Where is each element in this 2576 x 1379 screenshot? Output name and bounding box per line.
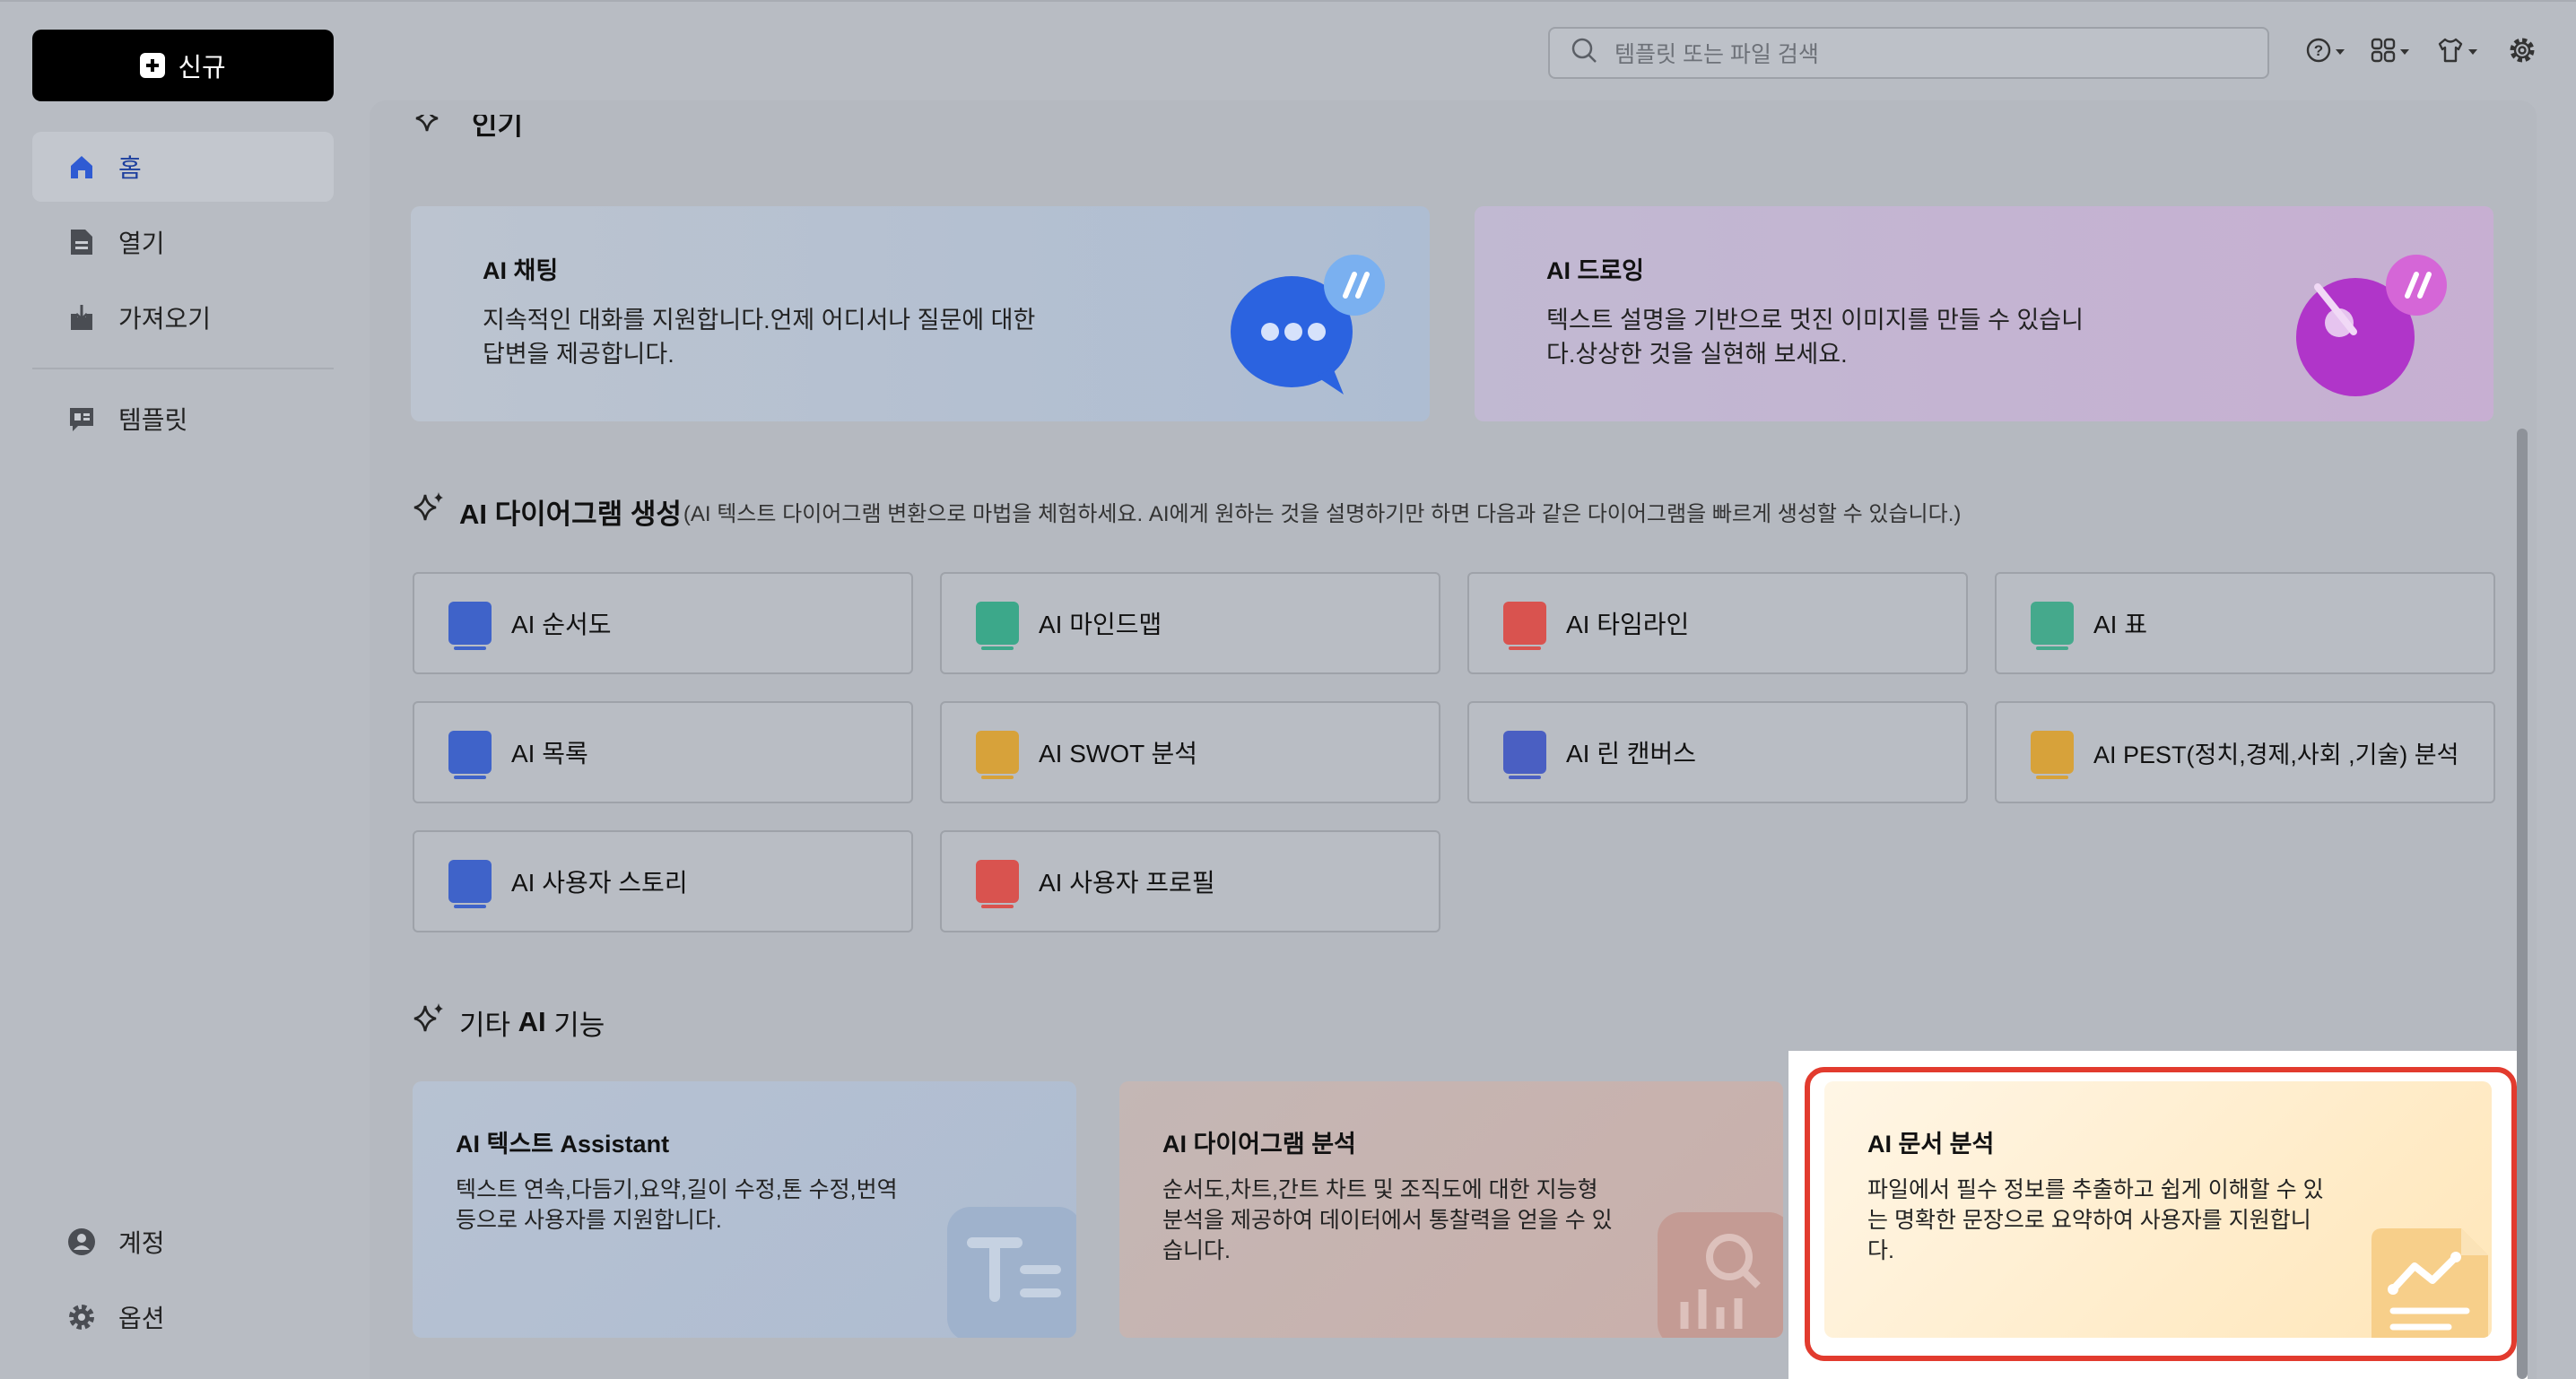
- mindmap-icon: [976, 602, 1019, 650]
- card-ai-text-assistant[interactable]: AI 텍스트 Assistant 텍스트 연속,다듬기,요약,길이 수정,톤 수…: [413, 1081, 1076, 1338]
- sparkle-icon: [411, 1001, 459, 1044]
- window-top-border: [0, 0, 2576, 2]
- palette-icon: [2282, 242, 2461, 403]
- card-title: AI 텍스트 Assistant: [456, 1131, 670, 1158]
- pest-icon: [2031, 731, 2074, 779]
- sparkle-icon: [411, 115, 459, 143]
- scrollbar-thumb[interactable]: [2517, 429, 2528, 1379]
- sidebar-item-label: 옵션: [118, 1305, 165, 1332]
- section-subtitle: (AI 텍스트 다이어그램 변환으로 마법을 체험하세요. AI에게 원하는 것…: [683, 501, 1962, 526]
- sidebar-item-options[interactable]: 옵션: [32, 1282, 334, 1352]
- help-icon: ?: [2305, 37, 2332, 68]
- section-title-other-ai: 기타 AI 기능: [411, 1001, 605, 1044]
- ai-drawing-banner[interactable]: AI 드로잉 텍스트 설명을 기반으로 멋진 이미지를 만들 수 있습니다.상상…: [1475, 206, 2493, 421]
- tile-label: AI SWOT 분석: [1039, 740, 1198, 768]
- tile-ai-lean-canvas[interactable]: AI 린 캔버스: [1467, 701, 1968, 803]
- help-button[interactable]: ?: [2305, 34, 2345, 70]
- tile-ai-flowchart[interactable]: AI 순서도: [413, 572, 913, 674]
- section-heading-suffix: 기능: [545, 1009, 605, 1041]
- template-icon: [66, 403, 97, 434]
- gear-icon: [66, 1302, 97, 1332]
- tile-ai-timeline[interactable]: AI 타임라인: [1467, 572, 1968, 674]
- tile-label: AI 마인드맵: [1039, 611, 1162, 638]
- tile-label: AI 사용자 프로필: [1039, 869, 1215, 897]
- banner-title: AI 드로잉: [1546, 257, 1645, 284]
- tile-ai-list[interactable]: AI 목록: [413, 701, 913, 803]
- sidebar-item-label: 계정: [118, 1229, 165, 1257]
- tile-label: AI 린 캔버스: [1566, 740, 1697, 768]
- document-icon: [66, 227, 97, 257]
- tile-label: AI 타임라인: [1566, 611, 1690, 638]
- sidebar-item-label: 열기: [118, 230, 165, 257]
- sidebar-divider: [32, 368, 334, 369]
- sidebar-item-label: 템플릿: [118, 406, 188, 434]
- tile-ai-table[interactable]: AI 표: [1995, 572, 2495, 674]
- tile-label: AI 순서도: [511, 611, 612, 638]
- card-description: 순서도,차트,간트 차트 및 조직도에 대한 지능형 분석을 제공하여 데이터에…: [1162, 1177, 1613, 1263]
- account-icon: [66, 1227, 97, 1257]
- ai-chat-banner[interactable]: AI 채팅 지속적인 대화를 지원합니다.언제 어디서나 질문에 대한 답변을 …: [411, 206, 1430, 421]
- list-icon: [448, 731, 492, 779]
- chevron-down-icon: [2336, 49, 2345, 55]
- text-icon: [947, 1207, 1076, 1338]
- chevron-down-icon: [2468, 49, 2477, 55]
- tile-ai-user-story[interactable]: AI 사용자 스토리: [413, 830, 913, 932]
- sidebar-item-label: 가져오기: [118, 305, 212, 333]
- user-story-icon: [448, 860, 492, 908]
- card-description: 텍스트 연속,다듬기,요약,길이 수정,톤 수정,번역 등으로 사용자를 지원합…: [456, 1177, 898, 1233]
- tile-label: AI PEST(정치,경제,사회 ,기술) 분석: [2093, 741, 2459, 768]
- apps-icon: [2370, 37, 2397, 68]
- section-title-ai-diagram: AI 다이어그램 생성 (AI 텍스트 다이어그램 변환으로 마법을 체험하세요…: [411, 490, 1961, 533]
- settings-icon: [2508, 36, 2537, 69]
- sidebar-item-open[interactable]: 열기: [32, 207, 334, 277]
- section-heading: AI 다이어그램 생성: [459, 498, 682, 530]
- user-profile-icon: [976, 860, 1019, 908]
- theme-button[interactable]: [2436, 34, 2477, 70]
- lean-canvas-icon: [1503, 731, 1546, 779]
- sidebar: 신규 홈 열기 가져오기 템플릿 계정 옵션: [0, 0, 368, 1379]
- tile-label: AI 목록: [511, 740, 588, 768]
- table-icon: [2031, 602, 2074, 650]
- banner-description: 텍스트 설명을 기반으로 멋진 이미지를 만들 수 있습니다.상상한 것을 실현…: [1546, 307, 2084, 368]
- home-icon: [66, 152, 97, 182]
- banner-description: 지속적인 대화를 지원합니다.언제 어디서나 질문에 대한 답변을 제공합니다.: [483, 307, 1036, 368]
- import-icon: [66, 302, 97, 333]
- sidebar-item-home[interactable]: 홈: [32, 132, 334, 202]
- chevron-down-icon: [2400, 49, 2409, 55]
- apps-button[interactable]: [2370, 34, 2409, 70]
- new-button-label: 신규: [178, 54, 226, 82]
- tile-ai-mindmap[interactable]: AI 마인드맵: [940, 572, 1440, 674]
- chart-analysis-icon: [1658, 1212, 1783, 1338]
- svg-text:?: ?: [2314, 42, 2323, 59]
- selection-highlight: [1805, 1067, 2517, 1361]
- tile-label: AI 사용자 스토리: [511, 869, 688, 897]
- sidebar-item-templates[interactable]: 템플릿: [32, 384, 334, 454]
- search-icon: [1570, 36, 1598, 71]
- tile-label: AI 표: [2093, 611, 2147, 638]
- tile-ai-swot[interactable]: AI SWOT 분석: [940, 701, 1440, 803]
- card-title: AI 다이어그램 분석: [1162, 1131, 1356, 1158]
- new-button[interactable]: 신규: [32, 30, 334, 101]
- sparkle-icon: [411, 490, 459, 533]
- settings-button[interactable]: [2508, 34, 2537, 70]
- sidebar-item-label: 홈: [118, 154, 142, 182]
- section-title-popular: 인기: [411, 115, 523, 151]
- swot-icon: [976, 731, 1019, 779]
- timeline-icon: [1503, 602, 1546, 650]
- search-input[interactable]: 템플릿 또는 파일 검색: [1548, 27, 2269, 79]
- shirt-icon: [2436, 37, 2465, 68]
- sidebar-item-import[interactable]: 가져오기: [32, 282, 334, 352]
- card-ai-diagram-analysis[interactable]: AI 다이어그램 분석 순서도,차트,간트 차트 및 조직도에 대한 지능형 분…: [1119, 1081, 1783, 1338]
- plus-icon: [140, 53, 166, 78]
- banner-title: AI 채팅: [483, 257, 559, 284]
- tile-ai-pest[interactable]: AI PEST(정치,경제,사회 ,기술) 분석: [1995, 701, 2495, 803]
- flowchart-icon: [448, 602, 492, 650]
- section-heading-prefix: 기타: [459, 1009, 518, 1041]
- tile-ai-user-profile[interactable]: AI 사용자 프로필: [940, 830, 1440, 932]
- sidebar-item-account[interactable]: 계정: [32, 1207, 334, 1277]
- search-placeholder: 템플릿 또는 파일 검색: [1614, 42, 1819, 67]
- section-heading-bold: AI: [518, 1006, 546, 1037]
- chat-bubble-icon: [1218, 242, 1397, 403]
